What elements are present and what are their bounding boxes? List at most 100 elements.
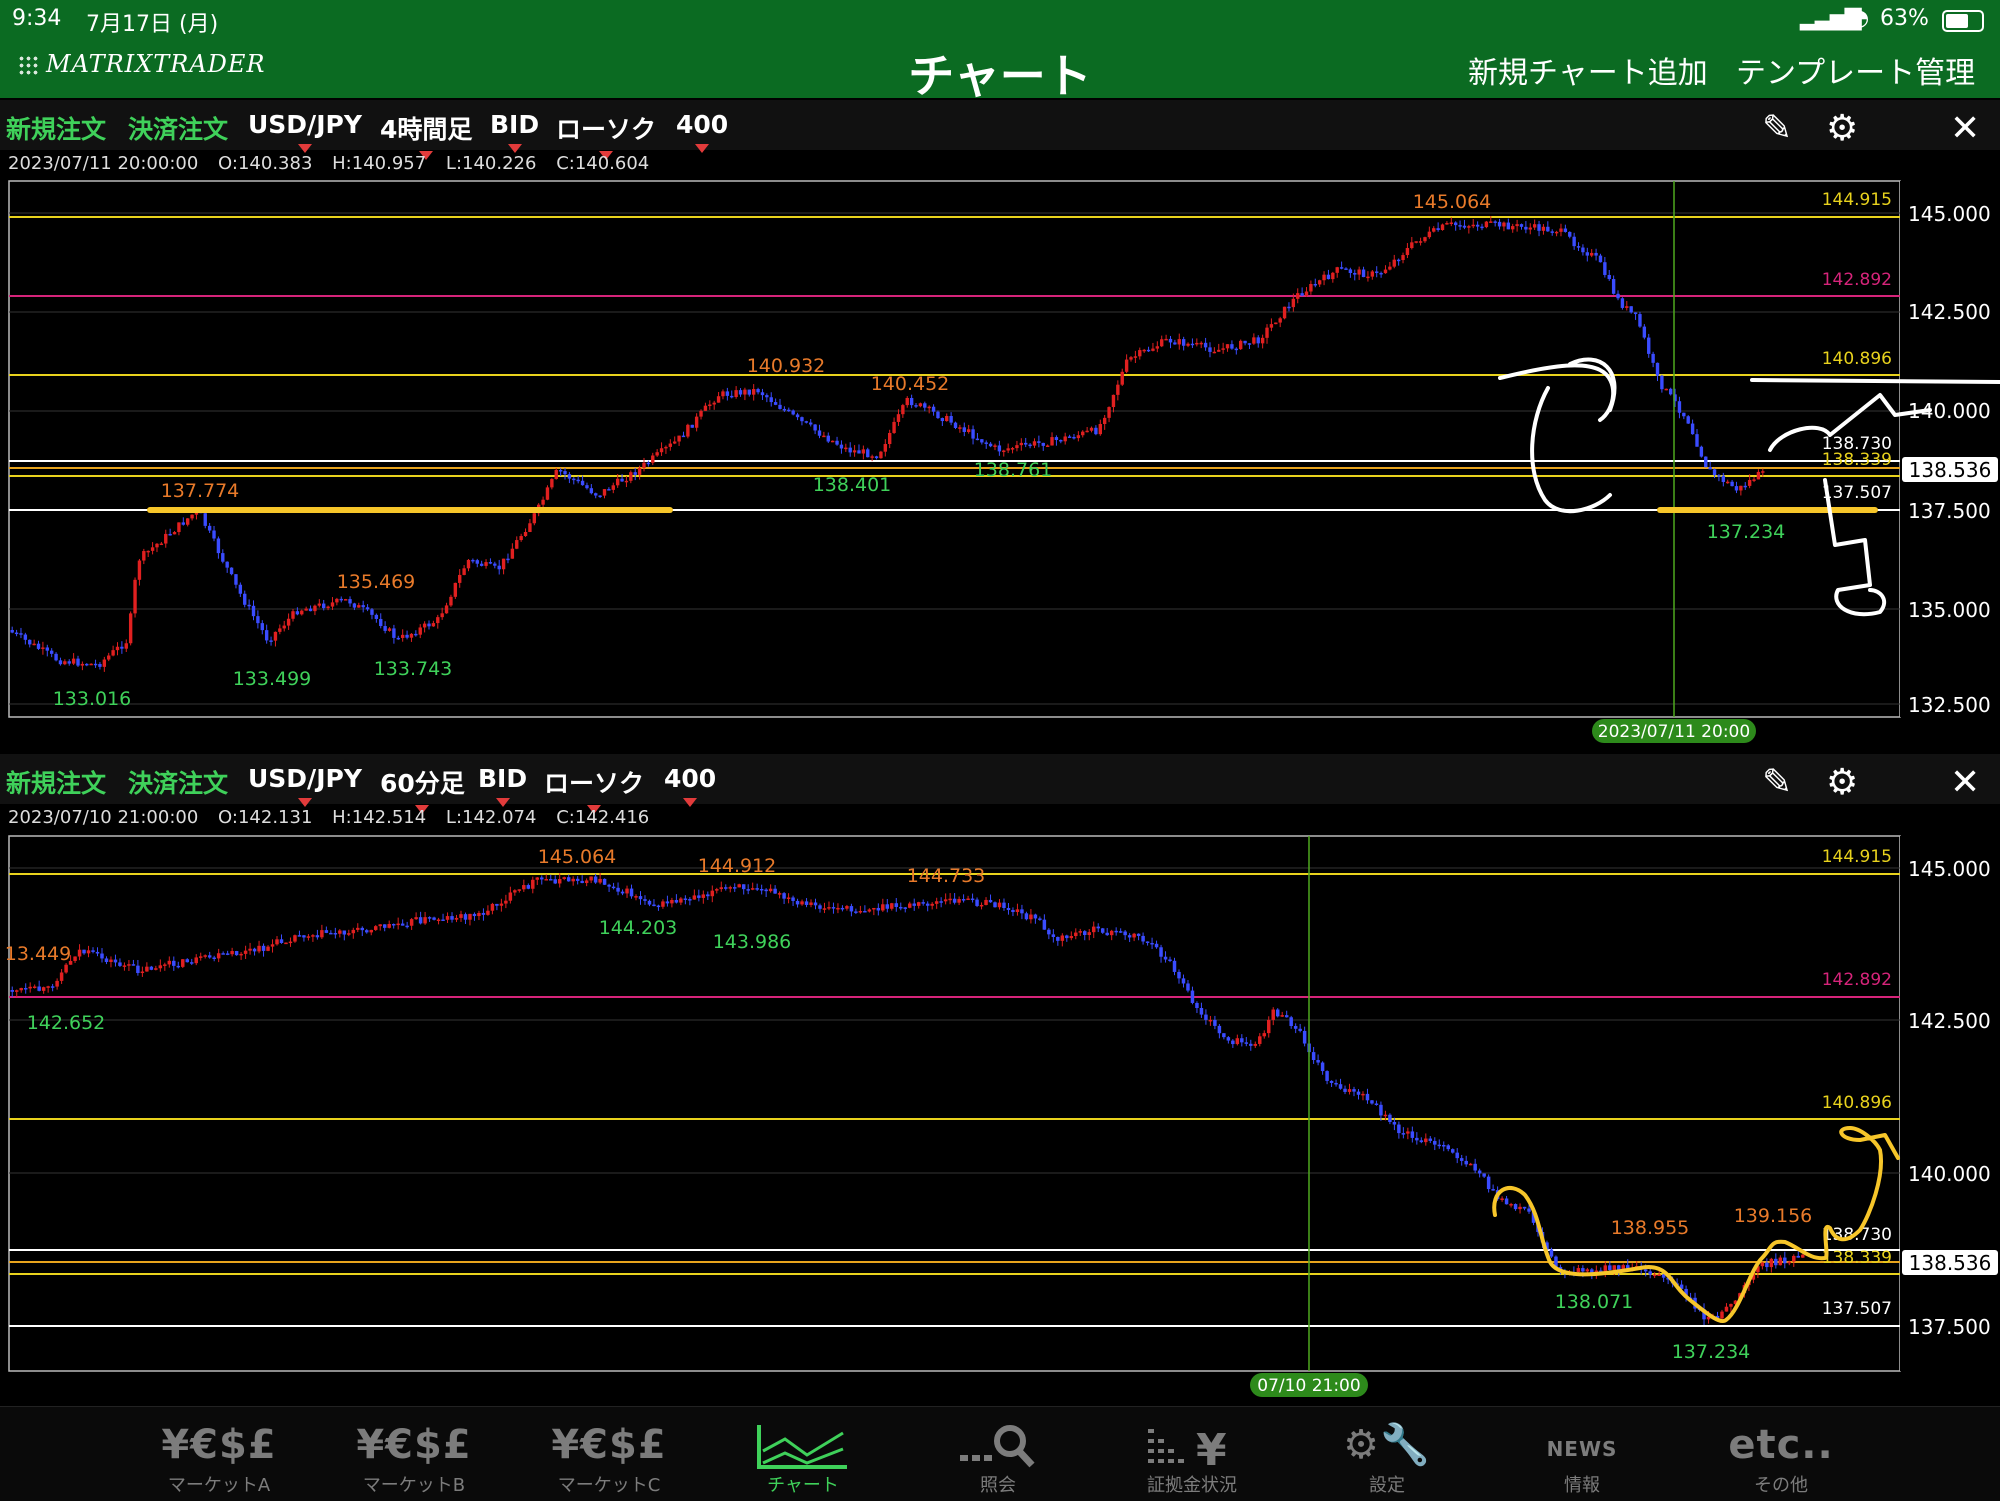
candle <box>550 479 554 488</box>
candle <box>441 919 445 921</box>
tab-market-b[interactable]: ¥€$£ マーケットB <box>339 1421 489 1497</box>
bar-count-select[interactable]: 400 <box>664 764 716 807</box>
pencil-icon[interactable]: ✎ <box>1762 108 1792 149</box>
candle <box>1239 340 1243 350</box>
tab-settings[interactable]: ⚙🔧 設定 <box>1312 1421 1462 1497</box>
candle <box>646 462 651 465</box>
candle <box>1217 349 1221 352</box>
tab-chart[interactable]: チャート <box>728 1421 878 1497</box>
candle <box>885 904 890 909</box>
chart2-plot[interactable]: 07/10 21:00 144.915 142.892 140.896 138.… <box>0 832 2000 1404</box>
candle <box>817 430 822 436</box>
settle-order-button[interactable]: 決済注文 <box>128 110 228 146</box>
candle <box>1107 407 1111 418</box>
candle <box>50 986 55 988</box>
candle <box>725 391 730 396</box>
candle <box>1752 479 1756 481</box>
candle <box>1181 978 1186 984</box>
candle <box>1396 259 1401 262</box>
candle <box>1734 486 1739 491</box>
close-icon[interactable]: ✕ <box>1950 762 1980 803</box>
candle <box>338 930 342 934</box>
candle <box>1428 1138 1433 1141</box>
candle <box>1010 448 1015 450</box>
candle <box>1063 436 1067 442</box>
candle <box>212 530 216 539</box>
candle <box>575 878 580 881</box>
candle <box>409 919 414 926</box>
candle <box>63 661 67 665</box>
candle <box>979 904 984 907</box>
candle <box>1500 1198 1504 1200</box>
candle <box>1141 935 1145 942</box>
candle <box>1686 416 1690 424</box>
candle <box>795 900 800 905</box>
template-manage-button[interactable]: テンプレート管理 <box>1736 48 1975 92</box>
timeframe-select[interactable]: 4時間足 <box>380 110 472 160</box>
candle <box>984 442 988 444</box>
price-type-select[interactable]: BID <box>490 110 539 153</box>
candle <box>1118 931 1123 933</box>
candle-type-select[interactable]: ローソク <box>556 110 656 160</box>
candle <box>1652 1274 1657 1277</box>
candle <box>1473 1163 1477 1171</box>
candle <box>400 634 405 638</box>
add-chart-button[interactable]: 新規チャート追加 <box>1468 48 1708 92</box>
tab-label: 証拠金状況 <box>1147 1475 1237 1496</box>
new-order-button[interactable]: 新規注文 <box>6 764 106 800</box>
candle <box>1275 1009 1280 1017</box>
gear-icon[interactable]: ⚙ <box>1826 762 1858 803</box>
candle <box>1221 348 1225 350</box>
candle <box>1620 298 1625 308</box>
tab-market-a[interactable]: ¥€$£ マーケットA <box>144 1421 294 1497</box>
candle <box>563 471 567 475</box>
candle <box>1212 351 1217 354</box>
candle <box>158 965 163 969</box>
candle <box>49 650 54 654</box>
candle <box>113 959 118 963</box>
candle <box>1739 485 1743 491</box>
candle <box>1151 348 1155 351</box>
chart1-plot[interactable]: 2023/07/11 20:00 144.915 142.892 140.896… <box>0 178 2000 750</box>
new-order-button[interactable]: 新規注文 <box>6 110 106 146</box>
candle <box>234 951 239 956</box>
settle-order-button[interactable]: 決済注文 <box>128 764 228 800</box>
high-label: 140.452 <box>871 373 950 395</box>
pair-select[interactable]: USD/JPY <box>248 110 362 153</box>
bar-count-select[interactable]: 400 <box>676 110 728 153</box>
candle <box>607 884 611 887</box>
candle <box>1168 959 1172 961</box>
candle <box>1105 932 1109 936</box>
candle <box>1796 1255 1801 1258</box>
candle <box>916 902 921 906</box>
gear-icon[interactable]: ⚙ <box>1826 108 1858 149</box>
candle <box>562 877 566 879</box>
candle <box>1515 224 1519 227</box>
low-label: 138.401 <box>813 474 892 496</box>
candle <box>1172 960 1177 972</box>
tab-inquiry[interactable]: 照会 <box>923 1421 1073 1497</box>
tab-info[interactable]: NEWS 情報 <box>1507 1421 1657 1497</box>
tab-market-c[interactable]: ¥€$£ マーケットC <box>534 1421 684 1497</box>
candle <box>697 895 701 898</box>
candle-type-select[interactable]: ローソク <box>544 764 644 814</box>
tab-margin-status[interactable]: ¥ 証拠金状況 <box>1117 1421 1267 1497</box>
price-type-select[interactable]: BID <box>478 764 527 807</box>
close-icon[interactable]: ✕ <box>1950 108 1980 149</box>
pair-select[interactable]: USD/JPY <box>248 764 362 807</box>
pencil-icon[interactable]: ✎ <box>1762 762 1792 803</box>
timeframe-select[interactable]: 60分足 <box>380 764 465 814</box>
candle <box>528 523 532 533</box>
candle <box>140 971 145 974</box>
candle <box>32 986 37 988</box>
candle <box>159 543 164 546</box>
candle <box>1274 322 1278 325</box>
candle <box>708 404 712 407</box>
tab-other[interactable]: etc.. その他 <box>1706 1421 1856 1497</box>
candle <box>909 397 914 406</box>
candle <box>391 923 396 926</box>
candle <box>488 562 493 564</box>
candle <box>351 929 356 934</box>
candle <box>1747 479 1752 486</box>
candle <box>324 930 329 933</box>
